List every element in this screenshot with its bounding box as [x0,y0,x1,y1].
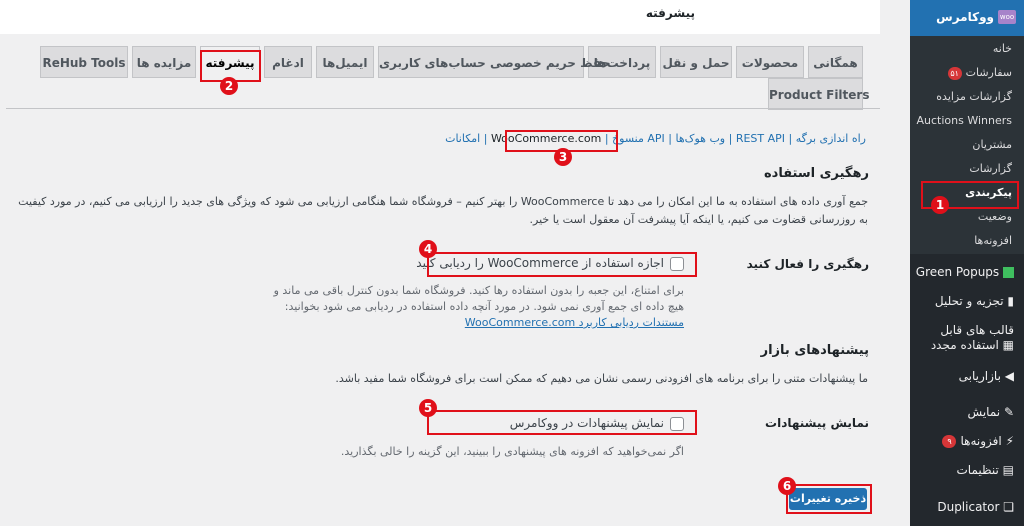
marketplace-help: اگر نمی‌خواهید که افزونه های پیشنهادی را… [340,445,684,458]
subnav-webhooks[interactable]: وب هوک‌ها [675,132,725,145]
woocommerce-submenu: خانه ۵۱ سفارشات گزارشات مزایده Auctions W… [910,36,1024,254]
callout-3: 3 [554,148,572,166]
chart-icon: ▮ [1007,294,1014,308]
tab-integration[interactable]: ادغام [264,46,312,78]
tab-product-filters[interactable]: Product Filters [768,78,869,110]
tracking-row-label: رهگیری را فعال کنید [746,257,869,271]
sidebar-item-plugins[interactable]: ۹ افزونه‌ها ⚡ [942,434,1014,448]
marketplace-row-label: نمایش پیشنهادات [765,416,869,430]
subnav-page-setup[interactable]: راه اندازی برگه [796,132,866,145]
tracking-help-text: برای امتناع، این جعبه را بدون استفاده ره… [273,284,684,313]
submenu-orders[interactable]: ۵۱ سفارشات [947,66,1012,80]
duplicator-icon: ❏ [1003,500,1014,514]
marketplace-description: ما پیشنهادات متنی را برای برنامه های افز… [335,372,868,385]
orders-count-badge: ۵۱ [947,66,962,80]
sidebar-item-label: نمایش [967,405,1001,419]
highlight-marketplace-checkbox [427,410,697,435]
sidebar-item-label: افزونه‌ها [960,434,1002,448]
sidebar-item-label: Duplicator [937,500,1000,514]
submenu-extensions[interactable]: افزونه‌ها [974,234,1012,247]
plugins-count-badge: ۹ [942,435,957,448]
woocommerce-icon: woo [998,10,1016,24]
tab-general[interactable]: همگانی [808,46,863,78]
tracking-title: رهگیری استفاده [763,166,869,181]
sidebar-item-marketing[interactable]: بازاریابی ◀ [959,369,1014,383]
green-popups-icon [1003,267,1014,278]
sidebar-item-analytics[interactable]: تجزیه و تحلیل ▮ [935,294,1014,308]
sidebar-item-label: ووکامرس [936,10,994,24]
current-menu-arrow [903,11,910,25]
callout-1: 1 [931,196,949,214]
tracking-description: جمع آوری داده های استفاده به ما این امکا… [18,195,868,226]
subnav-rest-api[interactable]: REST API [736,132,785,145]
blocks-icon: ▦ [1002,338,1014,352]
tab-shipping[interactable]: حمل و نقل [660,46,732,78]
submenu-auction-reports[interactable]: گزارشات مزایده [936,90,1012,103]
settings-icon: ▤ [1002,463,1014,477]
callout-2: 2 [220,77,238,95]
submenu-orders-label: سفارشات [965,66,1012,79]
tab-products[interactable]: محصولات [736,46,804,78]
highlight-save-button [786,484,872,514]
megaphone-icon: ◀ [1004,369,1014,383]
sidebar-item-label: بازاریابی [958,369,1001,383]
highlight-tracking-checkbox [427,252,697,277]
submenu-status[interactable]: وضعیت [978,210,1012,223]
brush-icon: ✎ [1003,405,1014,419]
submenu-reports[interactable]: گزارشات [969,162,1012,175]
sidebar-item-label: تجزیه و تحلیل [934,294,1004,308]
sidebar-item-green-popups[interactable]: Green Popups [916,265,1014,279]
sidebar-item-label: Green Popups [915,265,1000,279]
sidebar-item-woocommerce[interactable]: woo ووکامرس [910,0,1024,36]
tabs-divider [6,108,880,109]
subnav-legacy-api[interactable]: API منسوخ [612,132,665,145]
tracking-docs-link[interactable]: مستندات ردیابی کاربرد WooCommerce.com [465,316,684,329]
plugin-icon: ⚡ [1005,434,1014,448]
submenu-home[interactable]: خانه [993,42,1012,55]
callout-6: 6 [778,477,796,495]
submenu-auction-winners[interactable]: Auctions Winners [917,114,1013,127]
tab-auctions[interactable]: مزایده ها [132,46,196,78]
submenu-customers[interactable]: مشتریان [972,138,1012,151]
sidebar-item-duplicator[interactable]: Duplicator ❏ [937,500,1014,514]
page-header: پیشرفته [0,0,880,34]
tab-rehub-tools[interactable]: ReHub Tools [40,46,128,78]
page-title: پیشرفته [645,6,695,20]
sidebar-item-label: تنظیمات [956,463,999,477]
tab-privacy[interactable]: حفظ حریم خصوصی حساب‌های کاربری [378,46,610,78]
tab-emails[interactable]: ایمیل‌ها [316,46,374,78]
sidebar-item-settings[interactable]: تنظیمات ▤ [957,463,1015,477]
callout-5: 5 [419,399,437,417]
sidebar-item-reusable-blocks[interactable]: قالب های قابل استفاده مجدد ▦ [918,323,1014,353]
subnav-features[interactable]: امکانات [445,132,480,145]
callout-4: 4 [419,240,437,258]
marketplace-title: پیشنهادهای بازار [760,343,869,358]
tracking-help: برای امتناع، این جعبه را بدون استفاده ره… [264,283,684,331]
sidebar-item-appearance[interactable]: نمایش ✎ [968,405,1014,419]
admin-sidebar: woo ووکامرس خانه ۵۱ سفارشات گزارشات مزاید… [910,0,1024,526]
sidebar-item-label: قالب های قابل استفاده مجدد [930,323,1014,352]
